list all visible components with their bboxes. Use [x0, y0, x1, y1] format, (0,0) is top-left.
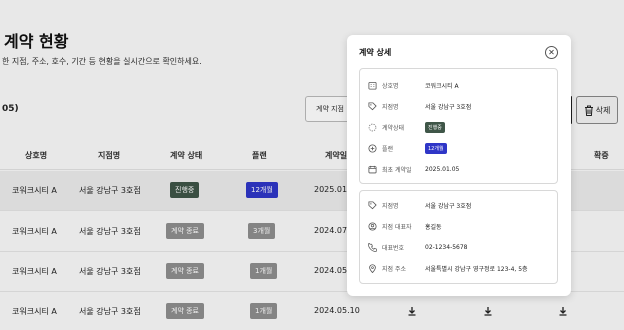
contract-detail-modal: 계약 상세 ✕ 상호명 코워크시티 A 지점명 서울 강남구 3호점 계약상태 …: [347, 35, 571, 296]
field-value: 2025.01.05: [425, 165, 460, 173]
field-label: 계약상태: [382, 124, 405, 132]
field-value: 홍길동: [425, 223, 442, 231]
building-icon: [368, 81, 377, 90]
field-value: 서울특별시 강남구 영구정로 123-4, 5층: [425, 265, 528, 273]
field-label: 지점 주소: [382, 265, 406, 273]
field-first-date: 최초 계약일 2025.01.05: [368, 163, 459, 175]
field-address: 지점 주소 서울특별시 강남구 영구정로 123-4, 5층: [368, 262, 528, 274]
tag-icon: [368, 101, 377, 110]
field-value: 서울 강남구 3호점: [425, 202, 472, 210]
plan-badge: 12개월: [425, 142, 447, 154]
field-label: 최초 계약일: [382, 166, 412, 174]
user-icon: [368, 221, 377, 231]
field-phone: 대표번호 02-1234-5678: [368, 241, 468, 253]
field-label: 지점명: [382, 103, 399, 111]
modal-title: 계약 상세: [359, 48, 392, 57]
field-label: 지점명: [382, 202, 399, 210]
plus-circle-icon: [368, 143, 377, 153]
tag-icon: [368, 200, 377, 209]
status-badge: 진행중: [425, 121, 445, 133]
field-label: 대표번호: [382, 244, 405, 252]
field-value: 서울 강남구 3호점: [425, 103, 472, 111]
field-label: 상호명: [382, 82, 399, 90]
map-pin-icon: [369, 263, 376, 273]
field-representative: 지점 대표자 홍길동: [368, 220, 442, 232]
phone-icon: [368, 242, 377, 252]
field-plan: 플랜 12개월: [368, 142, 447, 154]
field-label: 지점 대표자: [382, 223, 412, 231]
field-value: 코워크시티 A: [425, 82, 459, 90]
field-branch-name: 지점명 서울 강남구 3호점: [368, 199, 471, 211]
field-label: 플랜: [382, 145, 394, 153]
field-status: 계약상태 진행중: [368, 121, 445, 133]
field-branch: 지점명 서울 강남구 3호점: [368, 100, 471, 112]
calendar-icon: [368, 165, 377, 173]
loader-icon: [368, 123, 377, 131]
contract-info-card: 상호명 코워크시티 A 지점명 서울 강남구 3호점 계약상태 진행중 플랜 1…: [359, 68, 558, 184]
field-value: 02-1234-5678: [425, 243, 468, 251]
field-company: 상호명 코워크시티 A: [368, 79, 459, 91]
close-icon[interactable]: ✕: [545, 46, 558, 59]
branch-info-card: 지점명 서울 강남구 3호점 지점 대표자 홍길동 대표번호 02-1234-5…: [359, 190, 558, 284]
